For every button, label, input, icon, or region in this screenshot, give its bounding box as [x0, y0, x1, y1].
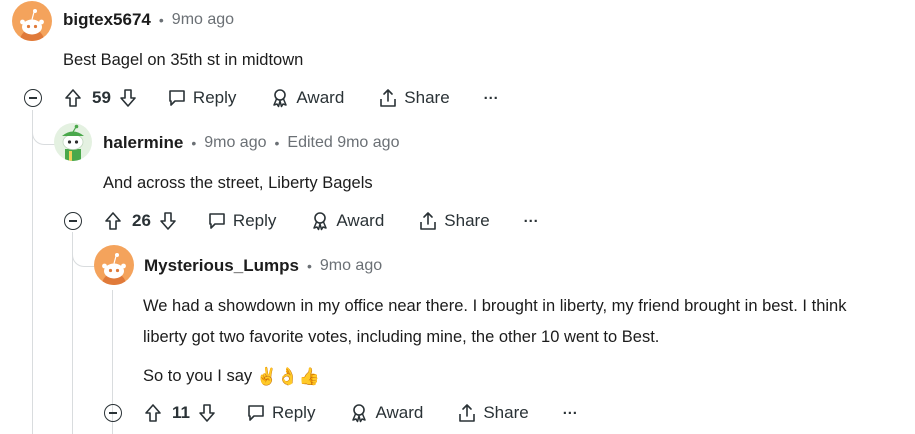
comment-author[interactable]: bigtex5674	[63, 10, 151, 30]
more-options-icon: ···	[562, 404, 578, 422]
snoo-avatar-icon	[20, 9, 44, 41]
downvote-button[interactable]	[198, 403, 216, 423]
award-icon	[273, 89, 288, 108]
award-button[interactable]: Award	[349, 403, 423, 423]
share-icon	[420, 212, 437, 230]
separator-dot: •	[191, 135, 197, 151]
comment-text-line: We had a showdown in my office near ther…	[143, 297, 847, 315]
snoo-avatar-icon	[102, 253, 126, 285]
comment-text-line: And across the street, Liberty Bagels	[103, 174, 373, 192]
reply-button[interactable]: Reply	[167, 88, 236, 108]
separator-dot: •	[158, 12, 164, 28]
upvote-button[interactable]	[144, 403, 162, 423]
edited-label: Edited 9mo ago	[287, 134, 400, 151]
more-options-button[interactable]: ···	[524, 213, 539, 230]
share-button[interactable]: Share	[457, 403, 529, 423]
downvote-icon	[199, 404, 215, 422]
collapse-thread-button[interactable]	[64, 212, 82, 230]
comment-timestamp[interactable]: 9mo ago	[320, 257, 382, 275]
award-button[interactable]: Award	[270, 88, 344, 108]
snoo-green-avatar-icon	[62, 124, 84, 161]
upvote-button[interactable]	[64, 88, 82, 108]
comment-timestamp[interactable]: 9mo ago	[172, 11, 234, 29]
thread-line	[32, 110, 33, 434]
comment-timestamp[interactable]: 9mo ago	[204, 134, 266, 152]
reply-label: Reply	[192, 88, 237, 107]
thread-line	[72, 232, 73, 434]
vote-count: 11	[172, 403, 190, 422]
collapse-thread-button[interactable]	[104, 404, 122, 422]
reply-button[interactable]: Reply	[246, 403, 315, 423]
award-button[interactable]: Award	[310, 211, 384, 231]
separator-dot: •	[306, 258, 312, 274]
comment-text-line: liberty got two favorite votes, includin…	[143, 328, 660, 346]
user-avatar[interactable]	[12, 1, 52, 41]
award-icon	[352, 404, 367, 423]
comment-body: And across the street, Liberty Bagels	[103, 168, 373, 199]
award-label: Award	[296, 88, 345, 107]
emoji-group: ✌👌👍	[256, 367, 320, 386]
user-avatar[interactable]	[94, 245, 134, 285]
comment-icon	[248, 405, 264, 421]
user-avatar[interactable]	[54, 123, 92, 161]
share-icon	[380, 89, 397, 107]
downvote-icon	[120, 89, 136, 107]
award-label: Award	[375, 403, 424, 422]
vote-count: 26	[132, 211, 151, 230]
award-icon	[313, 212, 328, 231]
share-button[interactable]: Share	[418, 211, 490, 231]
more-options-icon: ···	[483, 89, 499, 107]
share-icon	[459, 404, 476, 422]
reply-label: Reply	[271, 403, 316, 422]
upvote-icon	[145, 404, 161, 422]
thread-branch	[72, 242, 95, 267]
more-options-button[interactable]: ···	[484, 90, 499, 107]
comment-icon	[169, 90, 185, 106]
reply-button[interactable]: Reply	[207, 211, 276, 231]
separator-dot: •	[274, 135, 280, 151]
award-label: Award	[336, 211, 385, 230]
comment-text-line: So to you I say	[143, 367, 253, 385]
downvote-button[interactable]	[119, 88, 137, 108]
upvote-icon	[65, 89, 81, 107]
comment-text-line: Best Bagel on 35th st in midtown	[63, 51, 304, 69]
share-label: Share	[444, 211, 490, 230]
share-label: Share	[483, 403, 529, 422]
comment-icon	[209, 213, 225, 229]
comment-body: Best Bagel on 35th st in midtown	[63, 45, 303, 76]
upvote-button[interactable]	[104, 211, 122, 231]
thread-branch	[32, 120, 55, 145]
comment-author[interactable]: Mysterious_Lumps	[144, 256, 299, 276]
comment-body: We had a showdown in my office near ther…	[143, 291, 846, 353]
collapse-thread-button[interactable]	[24, 89, 42, 107]
upvote-icon	[105, 212, 121, 230]
comment-body: So to you I say ✌👌👍	[143, 361, 320, 392]
comment-actions: 59 Reply Award Share ···	[24, 83, 499, 113]
more-options-button[interactable]: ···	[563, 405, 578, 422]
comment-actions: 26 Reply Award Share ···	[64, 206, 539, 236]
downvote-button[interactable]	[159, 211, 177, 231]
vote-count: 59	[92, 88, 111, 107]
comment-actions: 11 Reply Award Share ···	[104, 398, 578, 428]
share-button[interactable]: Share	[378, 88, 450, 108]
comment-author[interactable]: halermine	[103, 133, 183, 153]
downvote-icon	[160, 212, 176, 230]
share-label: Share	[404, 88, 450, 107]
reply-label: Reply	[232, 211, 277, 230]
more-options-icon: ···	[523, 212, 539, 230]
